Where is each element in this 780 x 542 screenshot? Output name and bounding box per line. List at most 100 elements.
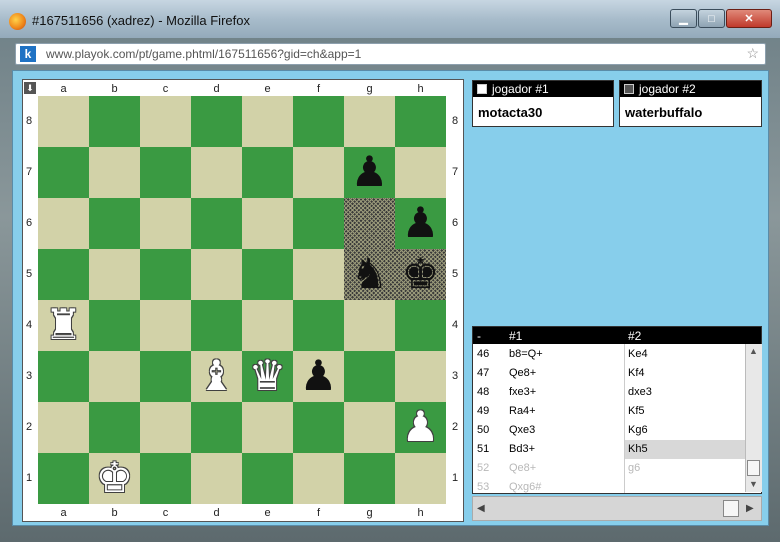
square-g3[interactable] [344,351,395,402]
square-e2[interactable] [242,402,293,453]
square-f2[interactable] [293,402,344,453]
black-king-icon[interactable]: ♚ [395,249,446,300]
minimize-button[interactable]: ▁ [670,9,697,28]
square-b5[interactable] [89,249,140,300]
move-row[interactable]: 52 Qe8+ g6 [473,459,746,478]
square-c6[interactable] [140,198,191,249]
move-row[interactable]: 48 fxe3+ dxe3 [473,383,746,402]
square-d4[interactable] [191,300,242,351]
square-a6[interactable] [38,198,89,249]
square-d5[interactable] [191,249,242,300]
square-b6[interactable] [89,198,140,249]
square-g6[interactable] [344,198,395,249]
move-row[interactable]: 49 Ra4+ Kf5 [473,402,746,421]
move-black[interactable]: Ke4 [625,345,746,364]
black-knight-icon[interactable]: ♞ [344,249,395,300]
white-king-icon[interactable]: ♚ [89,453,140,504]
square-h3[interactable] [395,351,446,402]
flip-board-button[interactable]: ⬇ [24,82,36,94]
move-black[interactable]: g6 [625,459,746,478]
square-f8[interactable] [293,96,344,147]
square-c2[interactable] [140,402,191,453]
square-d1[interactable] [191,453,242,504]
square-d2[interactable] [191,402,242,453]
square-f7[interactable] [293,147,344,198]
move-white[interactable]: fxe3+ [509,383,536,402]
square-e5[interactable] [242,249,293,300]
square-a7[interactable] [38,147,89,198]
square-b4[interactable] [89,300,140,351]
square-b3[interactable] [89,351,140,402]
square-e6[interactable] [242,198,293,249]
square-a5[interactable] [38,249,89,300]
square-e7[interactable] [242,147,293,198]
black-pawn-icon[interactable]: ♟ [395,198,446,249]
square-b2[interactable] [89,402,140,453]
move-list-vscrollbar[interactable]: ▲ ▼ [745,344,762,492]
square-h8[interactable] [395,96,446,147]
square-f1[interactable] [293,453,344,504]
move-row[interactable]: 50 Qxe3 Kg6 [473,421,746,440]
chess-board[interactable]: ♟ ♟ ♞ ♚ ♜ ♝ ♛ ♟ ♟ ♚ [38,96,446,504]
square-f4[interactable] [293,300,344,351]
scroll-up-icon[interactable]: ▲ [749,346,758,356]
square-d8[interactable] [191,96,242,147]
square-c3[interactable] [140,351,191,402]
move-white[interactable]: Qe8+ [509,364,536,383]
scroll-down-icon[interactable]: ▼ [749,479,758,489]
square-e4[interactable] [242,300,293,351]
square-b8[interactable] [89,96,140,147]
move-white[interactable]: Ra4+ [509,402,536,421]
square-f5[interactable] [293,249,344,300]
square-a1[interactable] [38,453,89,504]
square-c8[interactable] [140,96,191,147]
square-b7[interactable] [89,147,140,198]
move-black[interactable]: Kf5 [625,402,746,421]
move-list-hscrollbar[interactable]: ◀ ▶ [472,496,762,521]
move-white[interactable]: Bd3+ [509,440,535,459]
move-white[interactable]: Qe8+ [509,459,536,478]
square-a2[interactable] [38,402,89,453]
black-pawn-icon[interactable]: ♟ [344,147,395,198]
square-g1[interactable] [344,453,395,504]
move-black[interactable]: Kg6 [625,421,746,440]
square-h4[interactable] [395,300,446,351]
move-row[interactable]: 47 Qe8+ Kf4 [473,364,746,383]
move-black[interactable]: Kh5 [625,440,746,459]
white-pawn-icon[interactable]: ♟ [395,402,446,453]
move-row[interactable]: 53 Qxg6# [473,478,746,493]
square-h1[interactable] [395,453,446,504]
square-e8[interactable] [242,96,293,147]
address-bar[interactable]: k www.playok.com/pt/game.phtml/167511656… [15,43,766,65]
black-pawn-icon[interactable]: ♟ [293,351,344,402]
square-d7[interactable] [191,147,242,198]
move-row[interactable]: 51 Bd3+ Kh5 [473,440,746,459]
square-f6[interactable] [293,198,344,249]
move-black[interactable]: dxe3 [625,383,746,402]
scroll-right-icon[interactable]: ▶ [746,503,754,514]
square-a8[interactable] [38,96,89,147]
square-c4[interactable] [140,300,191,351]
white-bishop-icon[interactable]: ♝ [191,351,242,402]
square-g2[interactable] [344,402,395,453]
white-rook-icon[interactable]: ♜ [38,300,89,351]
square-c7[interactable] [140,147,191,198]
square-h7[interactable] [395,147,446,198]
square-e1[interactable] [242,453,293,504]
bookmark-star-icon[interactable]: ☆ [746,45,759,62]
move-row[interactable]: 46 b8=Q+ Ke4 [473,345,746,364]
scroll-left-icon[interactable]: ◀ [477,503,485,514]
square-g8[interactable] [344,96,395,147]
hscroll-thumb[interactable] [723,500,739,517]
move-white[interactable]: Qxe3 [509,421,535,440]
maximize-button[interactable]: □ [698,9,725,28]
move-white[interactable]: Qxg6# [509,478,541,493]
square-d6[interactable] [191,198,242,249]
move-black[interactable]: Kf4 [625,364,746,383]
close-button[interactable]: ✕ [726,9,772,28]
move-list[interactable]: - #1 #2 46 b8=Q+ Ke4 47 Qe8+ Kf4 48 fxe3+ dxe3 49… [472,326,762,494]
square-c5[interactable] [140,249,191,300]
scroll-thumb[interactable] [747,460,760,476]
url-text[interactable]: www.playok.com/pt/game.phtml/167511656?g… [46,47,361,61]
square-g4[interactable] [344,300,395,351]
